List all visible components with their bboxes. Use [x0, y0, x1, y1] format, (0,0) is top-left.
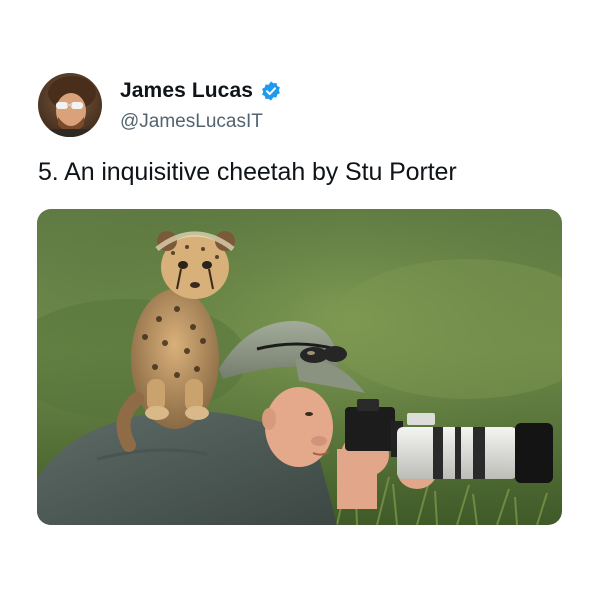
tweet-text: 5. An inquisitive cheetah by Stu Porter: [38, 158, 457, 186]
tweet-card: James Lucas @JamesLucasIT 5. An inquisit…: [0, 0, 599, 599]
display-name[interactable]: James Lucas: [120, 79, 253, 103]
cheetah-photographer-photo: [37, 209, 562, 525]
tweet-photo[interactable]: [37, 209, 562, 525]
avatar-image: [38, 73, 102, 137]
name-row: James Lucas: [120, 78, 282, 104]
verified-badge-icon: [260, 80, 282, 102]
user-handle[interactable]: @JamesLucasIT: [120, 111, 263, 133]
avatar[interactable]: [38, 73, 102, 137]
